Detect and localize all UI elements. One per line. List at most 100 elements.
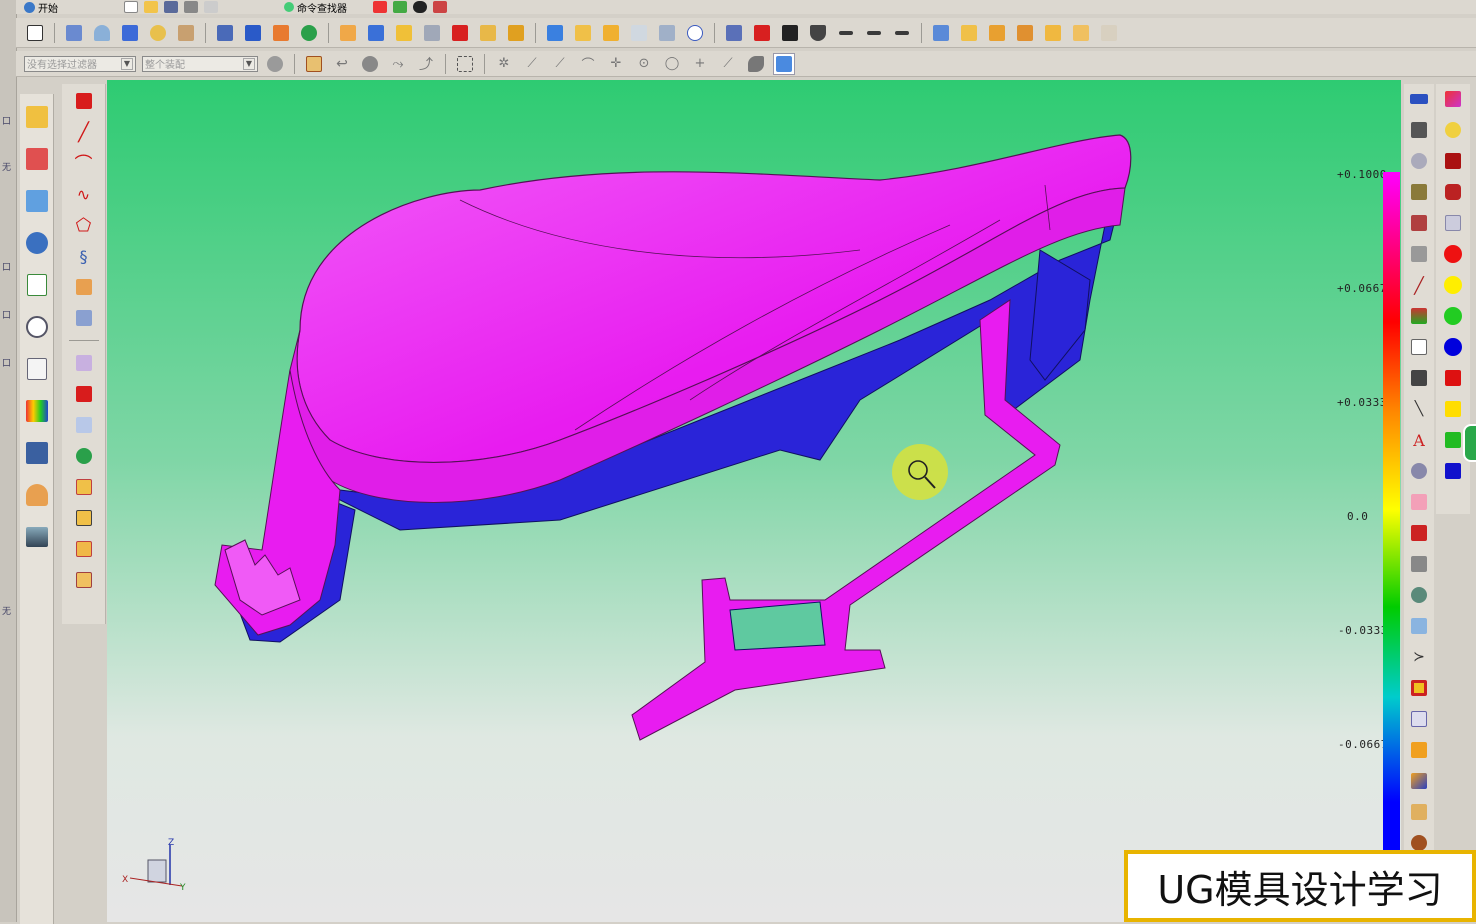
color-blue-button[interactable]: [1442, 336, 1464, 358]
box-button[interactable]: [1408, 801, 1430, 823]
color-yellow-button[interactable]: [1442, 274, 1464, 296]
subtract-body-button[interactable]: [73, 507, 95, 529]
blend-button[interactable]: [393, 22, 415, 44]
pad-button[interactable]: [298, 22, 320, 44]
snap-on-face-button[interactable]: [745, 53, 767, 75]
multi-shape-button[interactable]: [1408, 770, 1430, 792]
shaded-button[interactable]: [1408, 367, 1430, 389]
offset-button[interactable]: [600, 22, 622, 44]
intersect-button[interactable]: [986, 22, 1008, 44]
boss-button[interactable]: [242, 22, 264, 44]
gray-block-button[interactable]: [1408, 553, 1430, 575]
add-component-button[interactable]: [73, 445, 95, 467]
cut-icon[interactable]: [184, 1, 198, 13]
pattern-button[interactable]: [656, 22, 678, 44]
mold-wizard-button[interactable]: [1408, 88, 1430, 110]
web-browser-button[interactable]: [23, 270, 51, 300]
save-icon[interactable]: [164, 1, 178, 13]
copy-icon[interactable]: [204, 1, 218, 13]
flow-button[interactable]: [1408, 615, 1430, 637]
system-materials-button[interactable]: [23, 354, 51, 384]
studio-button[interactable]: [1442, 88, 1464, 110]
section-button[interactable]: [779, 22, 801, 44]
view-cube-button[interactable]: [773, 52, 795, 75]
grid-button[interactable]: [1442, 212, 1464, 234]
snap-point-button[interactable]: [303, 53, 325, 75]
polygon-button[interactable]: ⬠: [73, 214, 95, 236]
select-face-button[interactable]: [359, 53, 381, 75]
line-button[interactable]: ╱: [73, 121, 95, 143]
command-finder-button[interactable]: 命令查找器: [284, 0, 347, 14]
roles-button[interactable]: [23, 480, 51, 510]
rectangle-select-button[interactable]: [454, 53, 476, 75]
light-button[interactable]: [1442, 119, 1464, 141]
part-navigator-button[interactable]: [23, 186, 51, 216]
spline-button[interactable]: ∿: [73, 183, 95, 205]
part-model-view[interactable]: Z X Y: [107, 80, 1401, 922]
pin-button[interactable]: ╲: [1408, 398, 1430, 420]
snap-control-button[interactable]: ⟋: [549, 53, 571, 75]
parting-button[interactable]: [1408, 119, 1430, 141]
datum-button[interactable]: [91, 22, 113, 44]
undo-button[interactable]: ↩: [331, 53, 353, 75]
body-button[interactable]: [73, 414, 95, 436]
helix-button[interactable]: §: [73, 245, 95, 267]
region-button[interactable]: [1408, 150, 1430, 172]
blue-cube-button[interactable]: [1442, 460, 1464, 482]
history-button[interactable]: [23, 312, 51, 342]
shadow-button[interactable]: [1408, 460, 1430, 482]
chamfer-button[interactable]: [421, 22, 443, 44]
patch-body-button[interactable]: [73, 569, 95, 591]
intersect-body-button[interactable]: [73, 538, 95, 560]
sketch-button[interactable]: [63, 22, 85, 44]
shell-button[interactable]: [449, 22, 471, 44]
unite-body-button[interactable]: [73, 476, 95, 498]
surface-button[interactable]: [1408, 305, 1430, 327]
point-button[interactable]: [73, 90, 95, 112]
cut-line-button[interactable]: ≻: [1408, 646, 1430, 668]
analysis-button[interactable]: [723, 22, 745, 44]
snap-center-button[interactable]: ⊙: [633, 53, 655, 75]
select-edge-button[interactable]: ⤳: [387, 53, 409, 75]
start-button[interactable]: 开始: [24, 1, 58, 14]
resize-face-button[interactable]: [1098, 22, 1120, 44]
solid-block-button[interactable]: [73, 383, 95, 405]
side-tab[interactable]: [1463, 424, 1476, 462]
graphics-window[interactable]: Z X Y +0.1000 +0.0667 +0.0333 0.0 -0.033…: [107, 80, 1401, 922]
help-icon[interactable]: [373, 1, 387, 13]
trim-button[interactable]: [505, 22, 527, 44]
face-button[interactable]: [1408, 243, 1430, 265]
replace-face-button[interactable]: [1014, 22, 1036, 44]
yellow-cube-button[interactable]: [1442, 398, 1464, 420]
process-studio-button[interactable]: [23, 396, 51, 426]
assembly-navigator-button[interactable]: [23, 102, 51, 132]
wireframe-button[interactable]: [807, 22, 829, 44]
frame-button[interactable]: [1408, 677, 1430, 699]
snap-on-curve-button[interactable]: ⟋: [717, 53, 739, 75]
pocket-button[interactable]: [270, 22, 292, 44]
green-cube-button[interactable]: [1442, 429, 1464, 451]
edge-button[interactable]: ╱: [1408, 274, 1430, 296]
text-button[interactable]: A: [1408, 429, 1430, 451]
red-hex-button[interactable]: [1442, 367, 1464, 389]
unite-button[interactable]: [930, 22, 952, 44]
extrude-button[interactable]: [147, 22, 169, 44]
mirror-button[interactable]: [684, 22, 706, 44]
section-view-button[interactable]: [1408, 336, 1430, 358]
groove-button[interactable]: [365, 22, 387, 44]
subtract-button[interactable]: [958, 22, 980, 44]
split-button[interactable]: [544, 22, 566, 44]
snap-quadrant-button[interactable]: ◯: [661, 53, 683, 75]
render-icon[interactable]: [433, 1, 447, 13]
shade-icon[interactable]: [413, 1, 427, 13]
snap-arc-button[interactable]: ⌒: [577, 53, 599, 75]
measure-button[interactable]: [751, 22, 773, 44]
arc-button[interactable]: ⌒: [73, 152, 95, 175]
reuse-library-button[interactable]: [23, 228, 51, 258]
new-document-button[interactable]: [24, 22, 46, 44]
draft-button[interactable]: [477, 22, 499, 44]
draft-analysis-button[interactable]: [1408, 181, 1430, 203]
constraint-navigator-button[interactable]: [23, 144, 51, 174]
slot-button[interactable]: [337, 22, 359, 44]
filter-settings-button[interactable]: [264, 53, 286, 75]
